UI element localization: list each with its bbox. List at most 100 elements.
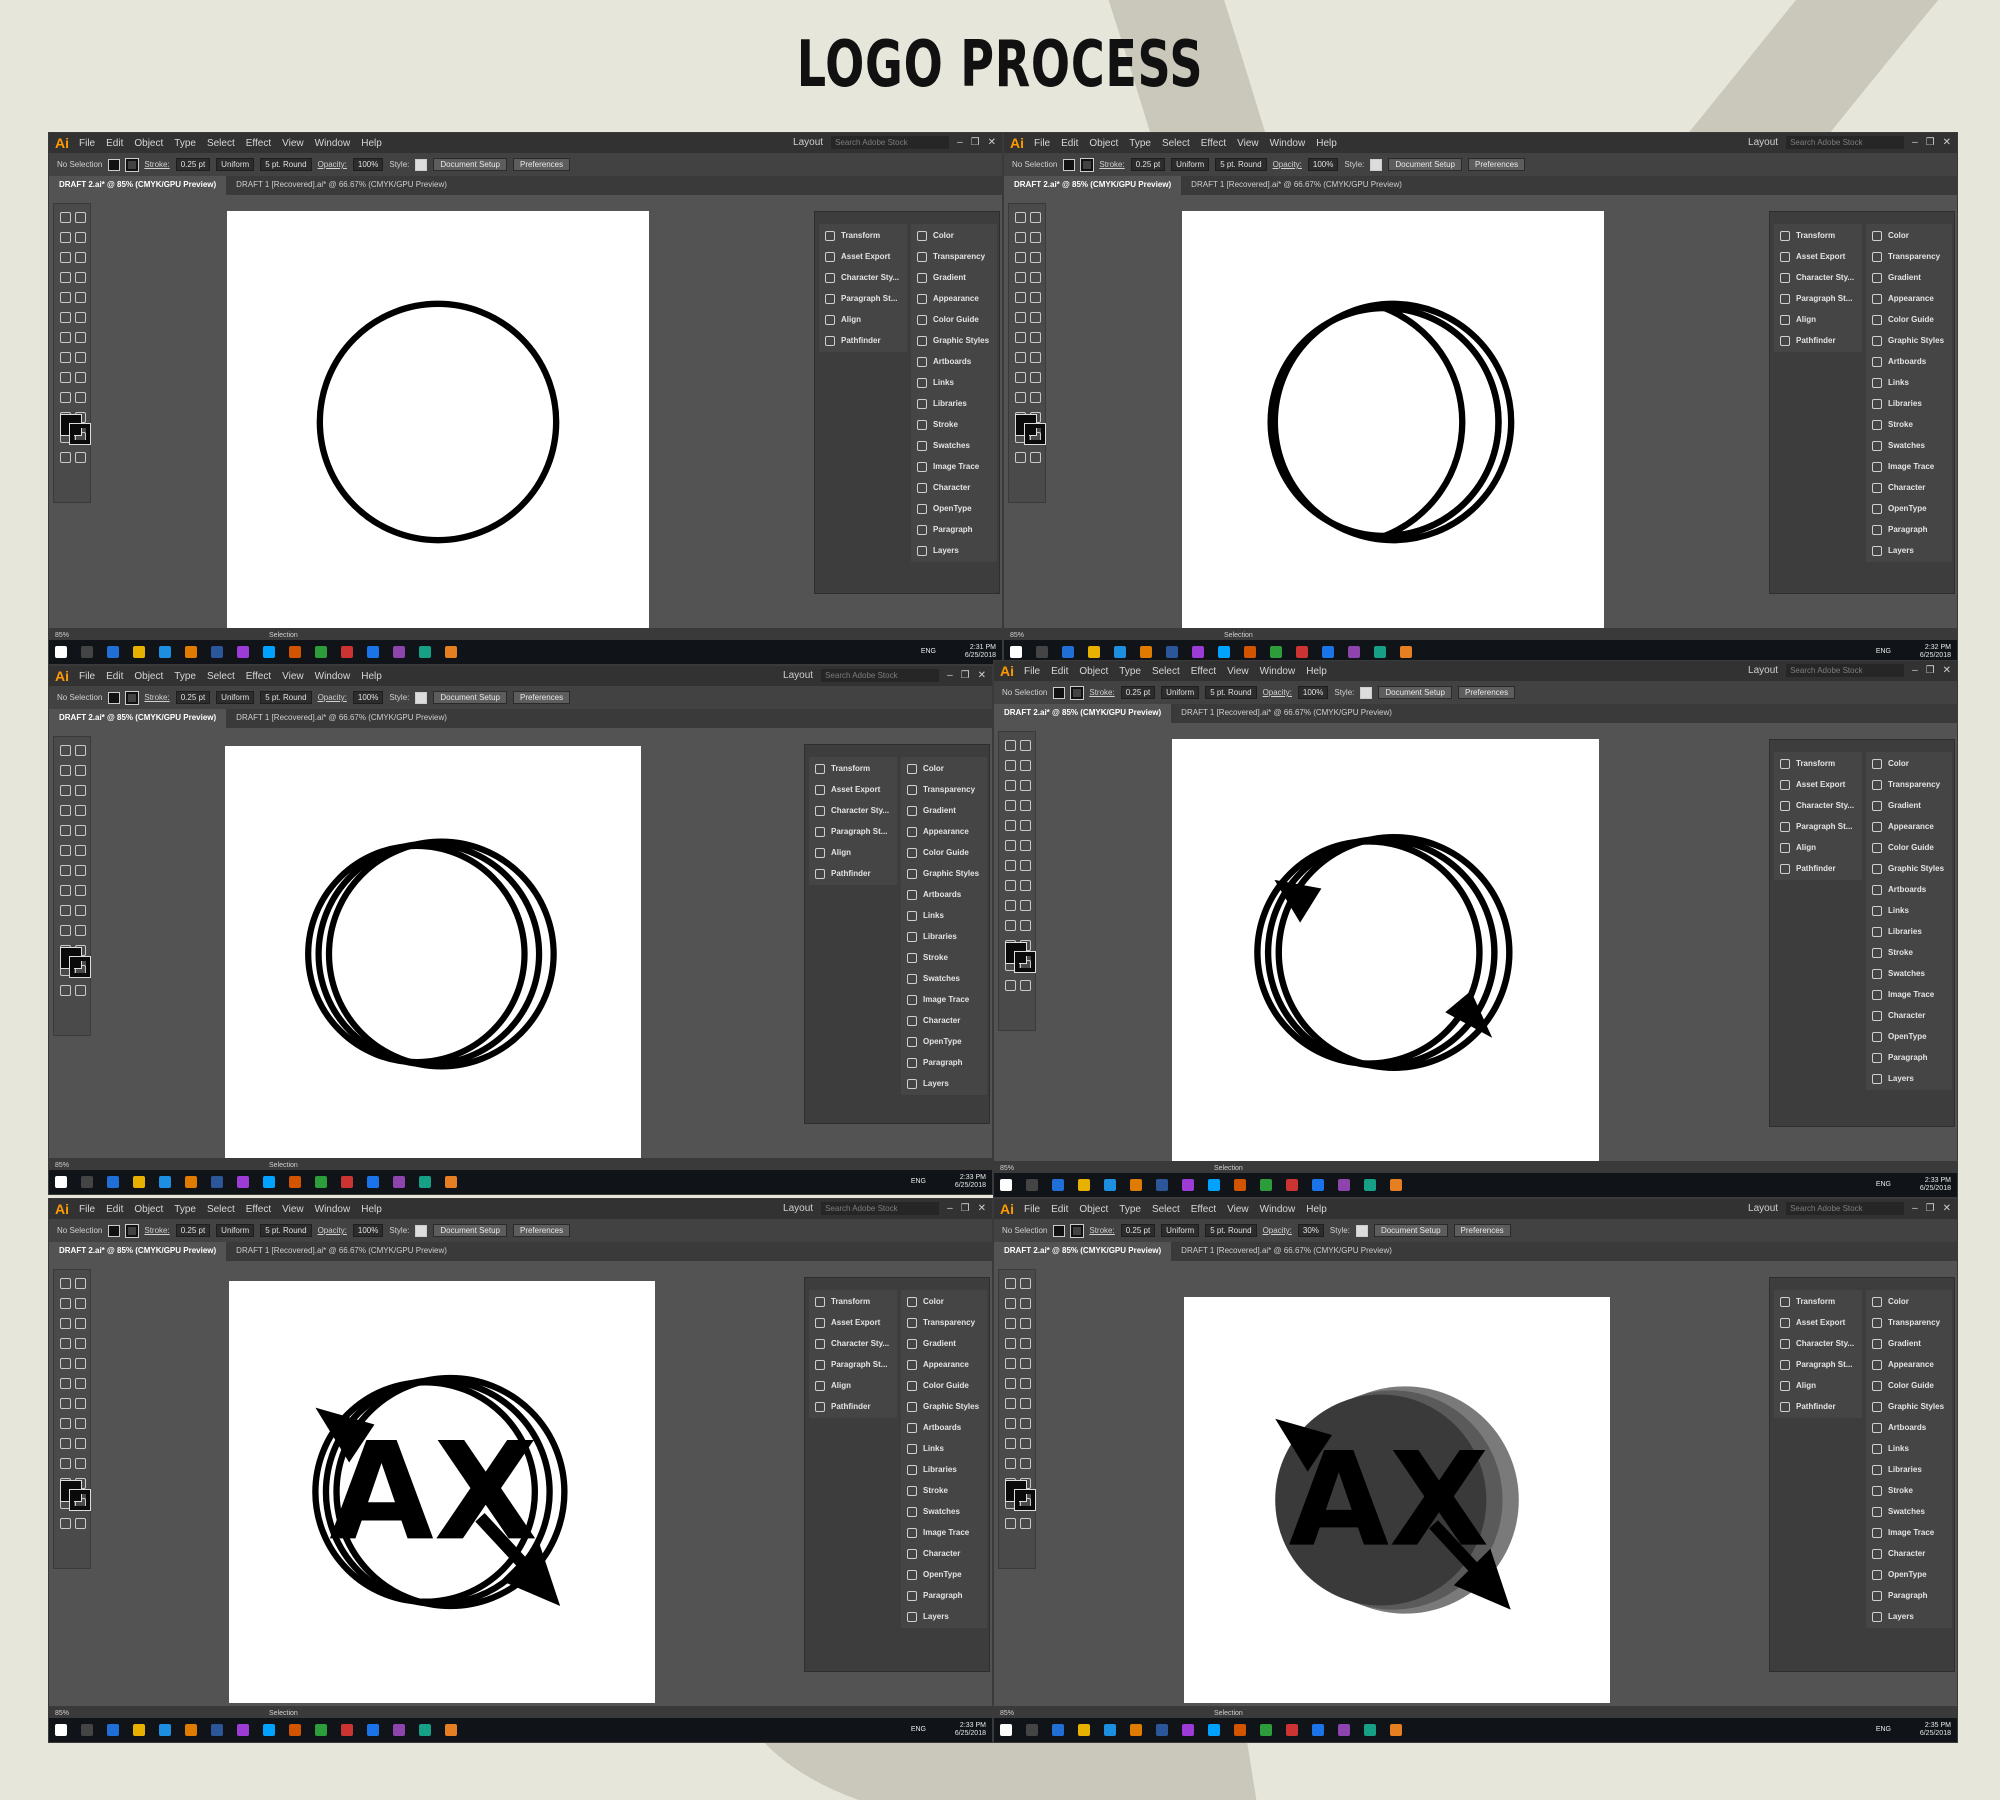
taskbar-app-icon[interactable] <box>1234 1179 1246 1191</box>
taskbar-app-icon[interactable] <box>1182 1724 1194 1736</box>
tool-icon[interactable] <box>60 232 71 243</box>
panel-button[interactable]: Graphic Styles <box>901 863 987 884</box>
taskbar-app-icon[interactable] <box>1348 646 1360 658</box>
panel-button[interactable]: Color Guide <box>901 842 987 863</box>
panel-button[interactable]: Transparency <box>901 1312 987 1333</box>
panel-button[interactable]: Asset Export <box>809 779 897 800</box>
menu-item[interactable]: Select <box>207 671 235 682</box>
artboard[interactable] <box>227 211 649 633</box>
menu-item[interactable]: Effect <box>1201 138 1226 149</box>
panel-button[interactable]: Character <box>1866 1543 1952 1564</box>
tool-icon[interactable] <box>1030 452 1041 463</box>
taskbar-app-icon[interactable] <box>1296 646 1308 658</box>
tool-icon[interactable] <box>60 1458 71 1469</box>
tool-icon[interactable] <box>75 1398 86 1409</box>
windows-start-icon[interactable] <box>55 1176 67 1188</box>
menu-item[interactable]: Window <box>1270 138 1306 149</box>
panel-button[interactable]: Links <box>1866 900 1952 921</box>
panel-button[interactable]: Color <box>901 1291 987 1312</box>
variable-width-profile[interactable]: Uniform <box>216 158 255 171</box>
preferences-button[interactable]: Preferences <box>512 158 571 171</box>
menu-item[interactable]: Type <box>1119 1204 1141 1215</box>
taskbar-app-icon[interactable] <box>1156 1724 1168 1736</box>
taskbar-app-icon[interactable] <box>211 1176 223 1188</box>
tool-icon[interactable] <box>75 392 86 403</box>
panel-button[interactable]: Color Guide <box>911 309 997 330</box>
windows-start-icon[interactable] <box>1000 1179 1012 1191</box>
panel-button[interactable]: Libraries <box>1866 393 1952 414</box>
taskbar-app-icon[interactable] <box>237 1724 249 1736</box>
panel-button[interactable]: Color <box>901 758 987 779</box>
panel-button[interactable]: Character <box>911 477 997 498</box>
preferences-button[interactable]: Preferences <box>1453 1224 1511 1237</box>
panel-button[interactable]: OpenType <box>1866 498 1952 519</box>
stock-search-input[interactable]: Search Adobe Stock <box>1786 664 1905 677</box>
panel-button[interactable]: Libraries <box>1866 1459 1952 1480</box>
panel-button[interactable]: Paragraph St... <box>809 821 897 842</box>
close-icon[interactable]: ✕ <box>1943 1203 1951 1214</box>
panel-button[interactable]: Paragraph St... <box>819 288 907 309</box>
language-indicator[interactable]: ENG <box>1876 648 1891 656</box>
tool-icon[interactable] <box>1015 392 1026 403</box>
taskbar-app-icon[interactable] <box>1260 1179 1272 1191</box>
clock-date[interactable]: 6/25/2018 <box>1920 1185 1951 1193</box>
taskbar-app-icon[interactable] <box>1140 646 1152 658</box>
tool-icon[interactable] <box>60 765 71 776</box>
menu-item[interactable]: Window <box>315 138 351 149</box>
tool-icon[interactable] <box>75 372 86 383</box>
brush-definition[interactable]: 5 pt. Round <box>260 691 312 704</box>
taskbar-app-icon[interactable] <box>237 1176 249 1188</box>
panel-button[interactable]: OpenType <box>1866 1564 1952 1585</box>
tool-icon[interactable] <box>60 745 71 756</box>
taskbar-app-icon[interactable] <box>367 1724 379 1736</box>
taskbar-app-icon[interactable] <box>159 646 171 658</box>
variable-width-profile[interactable]: Uniform <box>1161 686 1200 699</box>
tool-icon[interactable] <box>60 292 71 303</box>
fill-swatch[interactable] <box>108 1224 121 1237</box>
taskbar-app-icon[interactable] <box>1130 1179 1142 1191</box>
document-tab[interactable]: DRAFT 2.ai* @ 85% (CMYK/GPU Preview) <box>49 176 227 195</box>
taskbar-app-icon[interactable] <box>445 1176 457 1188</box>
panel-button[interactable]: Paragraph St... <box>1774 288 1862 309</box>
tool-icon[interactable] <box>1020 820 1031 831</box>
panel-button[interactable]: Gradient <box>901 1333 987 1354</box>
tool-icon[interactable] <box>75 232 86 243</box>
panel-button[interactable]: Character Sty... <box>1774 267 1862 288</box>
opacity-input[interactable]: 30% <box>1297 1224 1324 1237</box>
stock-search-input[interactable]: Search Adobe Stock <box>1786 136 1905 149</box>
taskbar-app-icon[interactable] <box>263 1724 275 1736</box>
tool-icon[interactable] <box>1020 1418 1031 1429</box>
workspace-switcher[interactable]: Layout <box>783 1203 813 1214</box>
tool-icon[interactable] <box>1005 1418 1016 1429</box>
preferences-button[interactable]: Preferences <box>512 1224 571 1237</box>
panel-button[interactable]: Color <box>1866 225 1952 246</box>
menu-item[interactable]: File <box>79 671 95 682</box>
stroke-color-box[interactable] <box>69 956 91 978</box>
panel-button[interactable]: Paragraph St... <box>809 1354 897 1375</box>
panel-button[interactable]: Asset Export <box>809 1312 897 1333</box>
taskbar-app-icon[interactable] <box>419 1176 431 1188</box>
tool-icon[interactable] <box>1005 1518 1016 1529</box>
panel-button[interactable]: Libraries <box>901 1459 987 1480</box>
panel-button[interactable]: Asset Export <box>819 246 907 267</box>
tool-icon[interactable] <box>1020 840 1031 851</box>
graphic-style-swatch[interactable] <box>415 1224 428 1237</box>
search-icon[interactable] <box>1036 646 1048 658</box>
close-icon[interactable]: ✕ <box>1943 137 1951 148</box>
taskbar-app-icon[interactable] <box>1364 1179 1376 1191</box>
tool-icon[interactable] <box>60 865 71 876</box>
panel-button[interactable]: Character Sty... <box>809 800 897 821</box>
menu-item[interactable]: Effect <box>246 138 271 149</box>
graphic-style-swatch[interactable] <box>415 158 428 171</box>
tool-icon[interactable] <box>1030 312 1041 323</box>
tool-icon[interactable] <box>1005 980 1016 991</box>
tool-icon[interactable] <box>75 212 86 223</box>
taskbar-app-icon[interactable] <box>185 1724 197 1736</box>
menu-item[interactable]: View <box>282 1204 304 1215</box>
stroke-weight-input[interactable]: 0.25 pt <box>1130 158 1166 171</box>
menu-item[interactable]: Object <box>134 1204 163 1215</box>
workspace-switcher[interactable]: Layout <box>1748 665 1778 676</box>
tool-icon[interactable] <box>75 452 86 463</box>
tool-icon[interactable] <box>75 1438 86 1449</box>
panel-button[interactable]: Libraries <box>1866 921 1952 942</box>
